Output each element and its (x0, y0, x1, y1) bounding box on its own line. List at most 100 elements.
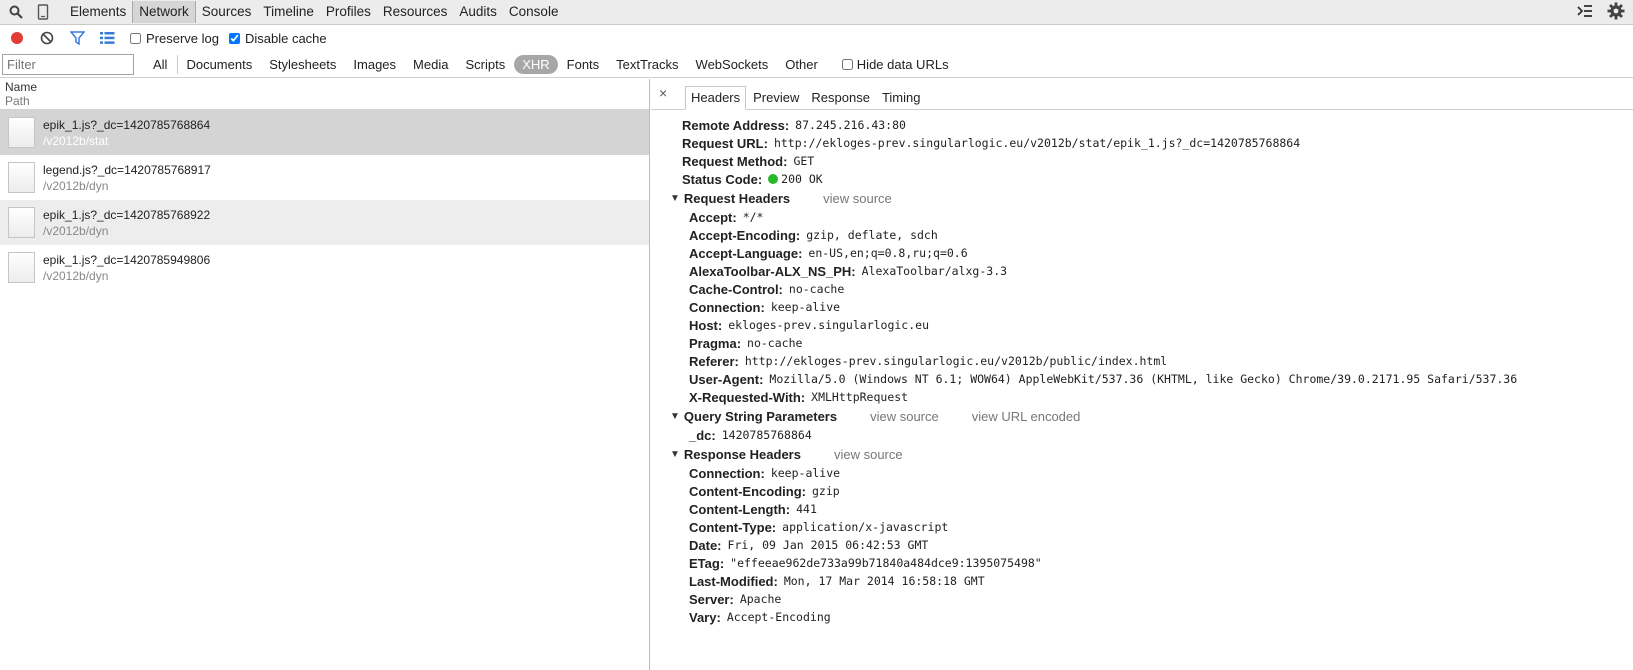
file-icon (8, 162, 35, 193)
tab-preview[interactable]: Preview (748, 87, 804, 109)
header-row: Accept: */* (689, 208, 1633, 226)
disable-cache-label: Disable cache (244, 30, 327, 46)
section-title: Request Headers (683, 190, 791, 206)
settings-gear-icon[interactable] (1607, 2, 1625, 23)
inspect-search-icon[interactable] (5, 0, 27, 24)
record-button[interactable] (4, 27, 30, 49)
header-row: Cache-Control: no-cache (689, 280, 1633, 298)
filter-type-all[interactable]: All (145, 55, 175, 74)
header-key: User-Agent: (689, 371, 764, 387)
expand-triangle-icon[interactable]: ▼ (670, 449, 680, 460)
preserve-log-input[interactable] (130, 32, 141, 44)
tab-timeline[interactable]: Timeline (257, 1, 320, 23)
header-key: Referer: (689, 353, 739, 369)
filter-type-stylesheets[interactable]: Stylesheets (261, 55, 344, 74)
filter-type-scripts[interactable]: Scripts (457, 55, 513, 74)
view-source-link[interactable]: view source (870, 409, 939, 424)
query-string-section[interactable]: ▼ Query String Parameters view source vi… (670, 406, 1633, 426)
filter-type-fonts[interactable]: Fonts (559, 55, 608, 74)
filter-type-media[interactable]: Media (405, 55, 456, 74)
table-row[interactable]: epik_1.js?_dc=1420785768864 /v2012b/stat (0, 110, 649, 155)
tab-elements[interactable]: Elements (64, 1, 132, 23)
query-params-list: _dc: 1420785768864 (682, 426, 1633, 444)
table-row[interactable]: epik_1.js?_dc=1420785768922 /v2012b/dyn (0, 200, 649, 245)
expand-triangle-icon[interactable]: ▼ (670, 411, 680, 422)
header-row: Vary: Accept-Encoding (689, 608, 1633, 626)
list-column-header[interactable]: Name Path (0, 79, 649, 110)
header-row: AlexaToolbar-ALX_NS_PH: AlexaToolbar/alxg… (689, 262, 1633, 280)
large-rows-button[interactable] (94, 27, 120, 49)
tab-resources[interactable]: Resources (377, 1, 454, 23)
header-value: Fri, 09 Jan 2015 06:42:53 GMT (727, 538, 929, 552)
response-headers-section[interactable]: ▼ Response Headers view source (670, 444, 1633, 464)
tab-sources[interactable]: Sources (196, 1, 258, 23)
header-row: _dc: 1420785768864 (689, 426, 1633, 444)
response-headers-list: Connection: keep-alive Content-Encoding: g… (682, 464, 1633, 626)
tab-console[interactable]: Console (503, 1, 565, 23)
request-headers-section[interactable]: ▼ Request Headers view source (670, 188, 1633, 208)
view-source-link[interactable]: view source (823, 191, 892, 206)
device-mode-icon[interactable] (32, 0, 54, 24)
expand-triangle-icon[interactable]: ▼ (670, 193, 680, 204)
section-title: Query String Parameters (683, 408, 838, 424)
request-list: Name Path epik_1.js?_dc=1420785768864 /v… (0, 79, 650, 670)
header-value: Apache (739, 592, 782, 606)
disable-cache-checkbox[interactable]: Disable cache (228, 30, 327, 46)
header-key: ETag: (689, 555, 725, 571)
header-key: Pragma: (689, 335, 742, 351)
filter-type-websockets[interactable]: WebSockets (688, 55, 777, 74)
devtools-topbar: Elements Network Sources Timeline Profil… (0, 0, 1633, 25)
network-toolbar: Preserve log Disable cache (0, 26, 1633, 50)
view-url-encoded-link[interactable]: view URL encoded (972, 409, 1081, 424)
hide-data-urls-checkbox[interactable]: Hide data URLs (841, 57, 949, 72)
header-row: Connection: keep-alive (689, 464, 1633, 482)
header-row: Content-Length: 441 (689, 500, 1633, 518)
header-row: Host: ekloges-prev.singularlogic.eu (689, 316, 1633, 334)
header-value: 200 OK (781, 172, 823, 186)
header-key: Host: (689, 317, 723, 333)
header-row: Last-Modified: Mon, 17 Mar 2014 16:58:18 … (689, 572, 1633, 590)
close-details-icon[interactable]: × (659, 85, 667, 101)
filter-type-documents[interactable]: Documents (177, 54, 260, 74)
header-value: no-cache (747, 336, 803, 350)
filter-type-xhr[interactable]: XHR (514, 54, 558, 74)
tab-profiles[interactable]: Profiles (320, 1, 377, 23)
request-method-row: Request Method: GET (682, 152, 1633, 170)
filter-bar: All Documents Stylesheets Images Media S… (0, 51, 1633, 78)
header-value: 87.245.216.43:80 (795, 118, 906, 132)
header-value: GET (793, 154, 815, 168)
tab-timing[interactable]: Timing (877, 87, 926, 109)
tab-response[interactable]: Response (806, 87, 875, 109)
header-key: Connection: (689, 299, 765, 315)
filter-input[interactable] (2, 53, 134, 75)
table-row[interactable]: legend.js?_dc=1420785768917 /v2012b/dyn (0, 155, 649, 200)
header-value: Accept-Encoding (726, 610, 831, 624)
header-key: Date: (689, 537, 722, 553)
header-value: Mozilla/5.0 (Windows NT 6.1; WOW64) Appl… (769, 372, 1518, 386)
hide-data-urls-input[interactable] (841, 58, 853, 70)
remote-address-row: Remote Address: 87.245.216.43:80 (682, 116, 1633, 134)
tab-network[interactable]: Network (132, 1, 196, 23)
table-row[interactable]: epik_1.js?_dc=1420785949806 /v2012b/dyn (0, 245, 649, 290)
filter-type-texttracks[interactable]: TextTracks (608, 55, 686, 74)
show-drawer-icon[interactable] (1577, 4, 1593, 21)
tab-headers[interactable]: Headers (685, 86, 747, 110)
tab-audits[interactable]: Audits (453, 1, 503, 23)
request-path: /v2012b/dyn (43, 268, 109, 283)
header-value: "effeeae962de733a99b71840a484dce9:139507… (730, 556, 1042, 570)
filter-type-images[interactable]: Images (345, 55, 404, 74)
header-key: X-Requested-With: (689, 389, 806, 405)
header-value: XMLHttpRequest (811, 390, 909, 404)
preserve-log-checkbox[interactable]: Preserve log (130, 31, 219, 46)
disable-cache-input[interactable] (228, 32, 240, 44)
header-row: Server: Apache (689, 590, 1633, 608)
filter-toggle-button[interactable] (64, 27, 90, 49)
request-name: epik_1.js?_dc=1420785768864 (43, 117, 211, 132)
file-icon (8, 117, 35, 148)
clear-button[interactable] (34, 27, 60, 49)
filter-type-other[interactable]: Other (777, 55, 826, 74)
request-name: legend.js?_dc=1420785768917 (43, 162, 211, 177)
list-view-icon (99, 32, 114, 44)
view-source-link[interactable]: view source (834, 447, 903, 462)
header-value: http://ekloges-prev.singularlogic.eu/v20… (773, 136, 1301, 150)
